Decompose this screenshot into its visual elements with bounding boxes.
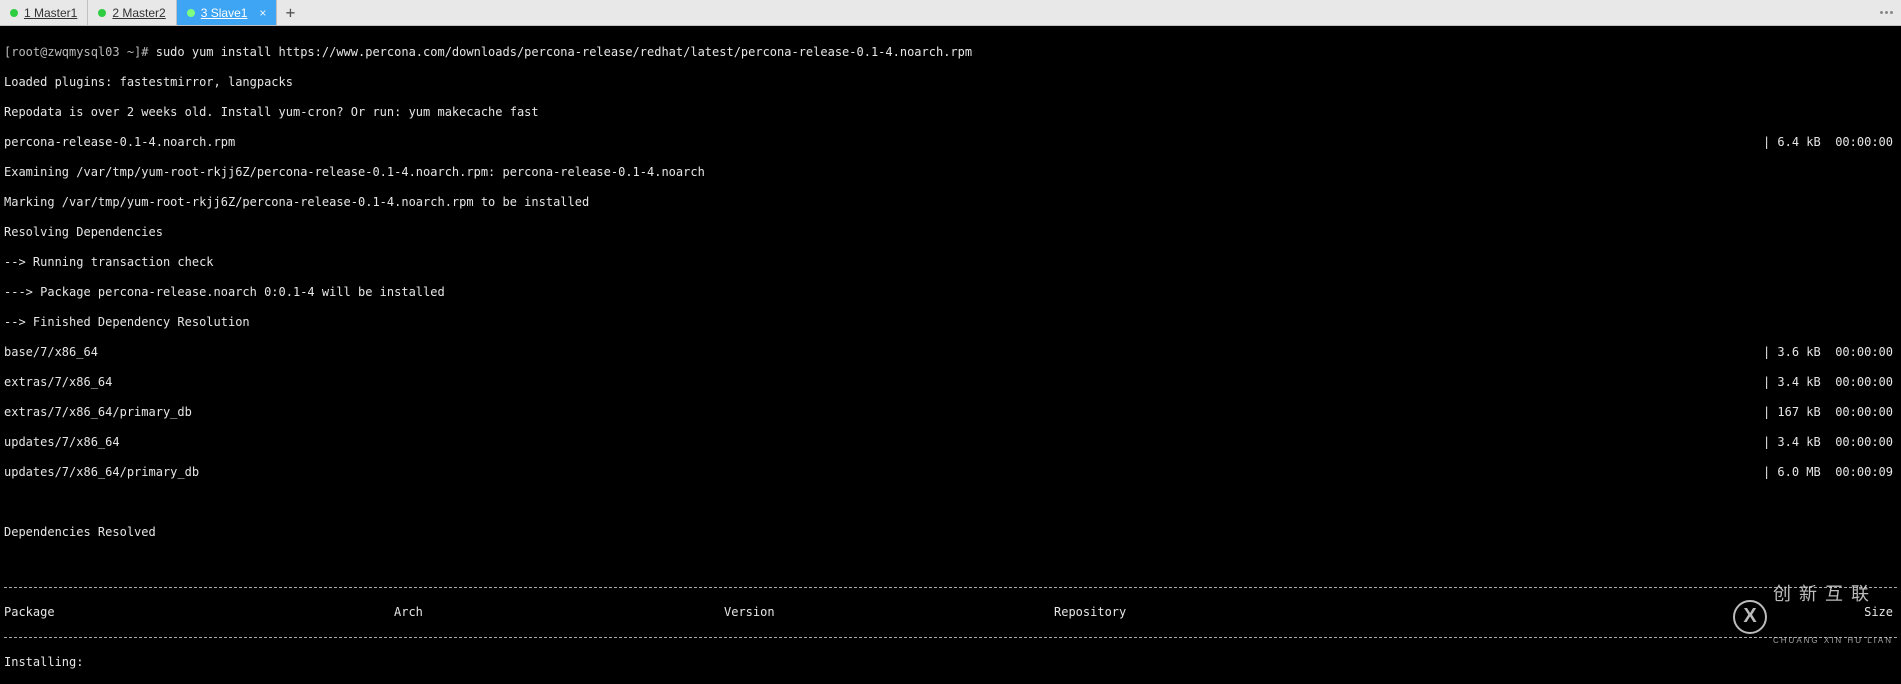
col-package: Package [4, 605, 394, 620]
add-tab-button[interactable]: + [277, 0, 303, 25]
terminal-line: percona-release-0.1-4.noarch.rpm [4, 135, 1763, 150]
tab-master1[interactable]: 1 Master1 [0, 0, 88, 25]
repo-name: updates/7/x86_64 [4, 435, 1763, 450]
download-meter: | 3.4 kB 00:00:00 [1763, 435, 1897, 450]
status-dot-icon [10, 9, 18, 17]
terminal-line: Examining /var/tmp/yum-root-rkjj6Z/perco… [4, 165, 1897, 180]
close-icon[interactable]: × [259, 6, 266, 20]
tab-label: 3 Slave1 [201, 6, 248, 20]
shell-prompt: [root@zwqmysql03 ~]# [4, 45, 156, 59]
terminal-line: --> Finished Dependency Resolution [4, 315, 1897, 330]
repo-name: extras/7/x86_64/primary_db [4, 405, 1763, 420]
download-meter: | 6.0 MB 00:00:09 [1763, 465, 1897, 480]
divider [4, 587, 1897, 588]
tab-label: 2 Master2 [112, 6, 165, 20]
table-header: Package Arch Version Repository Size [4, 605, 1897, 620]
overflow-menu-icon[interactable] [1872, 0, 1901, 25]
download-meter: | 3.6 kB 00:00:00 [1763, 345, 1897, 360]
terminal-line: Resolving Dependencies [4, 225, 1897, 240]
repo-name: extras/7/x86_64 [4, 375, 1763, 390]
status-dot-icon [187, 9, 195, 17]
terminal-line: Dependencies Resolved [4, 525, 1897, 540]
tab-label: 1 Master1 [24, 6, 77, 20]
tab-slave1[interactable]: 3 Slave1 × [177, 0, 278, 25]
terminal-line: Marking /var/tmp/yum-root-rkjj6Z/percona… [4, 195, 1897, 210]
shell-command: sudo yum install https://www.percona.com… [156, 45, 972, 59]
terminal-line: Loaded plugins: fastestmirror, langpacks [4, 75, 1897, 90]
col-version: Version [724, 605, 1054, 620]
repo-name: base/7/x86_64 [4, 345, 1763, 360]
section-installing: Installing: [4, 655, 1897, 670]
watermark-logo: 创新互联 CHUANG XIN HU LIAN [1733, 555, 1893, 678]
divider [4, 637, 1897, 638]
terminal-line: Repodata is over 2 weeks old. Install yu… [4, 105, 1897, 120]
download-meter: | 6.4 kB 00:00:00 [1763, 135, 1897, 150]
tab-master2[interactable]: 2 Master2 [88, 0, 176, 25]
repo-name: updates/7/x86_64/primary_db [4, 465, 1763, 480]
logo-text: 创新互联 CHUANG XIN HU LIAN [1773, 555, 1893, 678]
terminal-line: ---> Package percona-release.noarch 0:0.… [4, 285, 1897, 300]
terminal-line: --> Running transaction check [4, 255, 1897, 270]
status-dot-icon [98, 9, 106, 17]
col-arch: Arch [394, 605, 724, 620]
terminal-output[interactable]: [root@zwqmysql03 ~]# sudo yum install ht… [0, 26, 1901, 684]
download-meter: | 167 kB 00:00:00 [1763, 405, 1897, 420]
download-meter: | 3.4 kB 00:00:00 [1763, 375, 1897, 390]
col-repository: Repository [1054, 605, 1534, 620]
logo-mark-icon [1733, 600, 1767, 634]
tab-bar: 1 Master1 2 Master2 3 Slave1 × + [0, 0, 1901, 26]
